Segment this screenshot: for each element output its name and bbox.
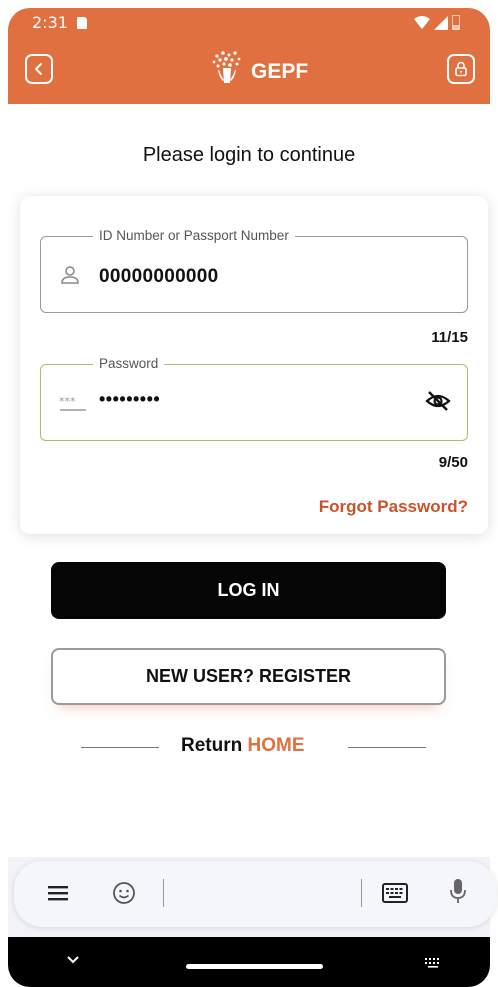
id-number-input[interactable]: 00000000000: [99, 266, 219, 288]
keyboard-toolbar: [8, 857, 496, 937]
system-nav-bar: [8, 937, 490, 987]
sd-card-icon: [77, 17, 87, 29]
text-cursor: [163, 879, 164, 907]
menu-icon[interactable]: [48, 885, 68, 901]
wifi-icon: [414, 15, 430, 29]
back-icon: [35, 63, 42, 75]
id-number-field[interactable]: ID Number or Passport Number 00000000000: [40, 228, 468, 313]
password-field[interactable]: Password *** •••••••••: [40, 356, 468, 441]
password-label: Password: [93, 356, 165, 371]
status-bar: 2:31: [8, 8, 490, 38]
divider-left: [81, 747, 159, 748]
status-icons: [414, 15, 460, 30]
chevron-down-icon[interactable]: [66, 955, 80, 965]
home-handle[interactable]: [186, 964, 323, 969]
app-bar: GEPF: [8, 38, 490, 104]
app-title: GEPF: [251, 60, 309, 83]
toolbar-divider: [361, 879, 362, 907]
app-logo: GEPF: [209, 50, 308, 86]
divider-right: [348, 747, 426, 748]
home-link[interactable]: HOME: [248, 735, 305, 756]
mic-icon[interactable]: [450, 878, 466, 906]
password-counter: 9/50: [438, 454, 468, 471]
register-button[interactable]: NEW USER? REGISTER: [51, 648, 446, 705]
keyboard-switch-icon[interactable]: [424, 957, 442, 969]
back-button[interactable]: [25, 54, 53, 84]
eye-off-icon[interactable]: [425, 390, 451, 412]
login-button[interactable]: LOG IN: [51, 562, 446, 619]
id-number-label: ID Number or Passport Number: [93, 228, 295, 243]
keyboard-suggestion-bar: [14, 861, 496, 927]
logo-icon: [212, 51, 241, 83]
signal-icon: [434, 15, 448, 30]
lock-icon: [455, 61, 467, 77]
emoji-icon[interactable]: [112, 881, 136, 905]
return-home-row: Return HOME: [0, 735, 498, 761]
password-input[interactable]: •••••••••: [99, 389, 160, 410]
login-card: ID Number or Passport Number 00000000000…: [20, 196, 488, 534]
return-prefix: Return: [181, 735, 248, 756]
battery-icon: [452, 15, 460, 30]
id-number-counter: 11/15: [431, 329, 468, 346]
page-heading: Please login to continue: [142, 144, 356, 166]
status-time: 2:31: [32, 13, 68, 32]
lock-button[interactable]: [447, 54, 475, 84]
return-home-link[interactable]: Return HOME: [181, 735, 305, 757]
keyboard-icon[interactable]: [382, 883, 408, 903]
forgot-password-link[interactable]: Forgot Password?: [319, 497, 468, 517]
password-icon: ***: [59, 396, 86, 411]
user-icon: [61, 266, 79, 284]
svg-text:***: ***: [59, 396, 76, 408]
